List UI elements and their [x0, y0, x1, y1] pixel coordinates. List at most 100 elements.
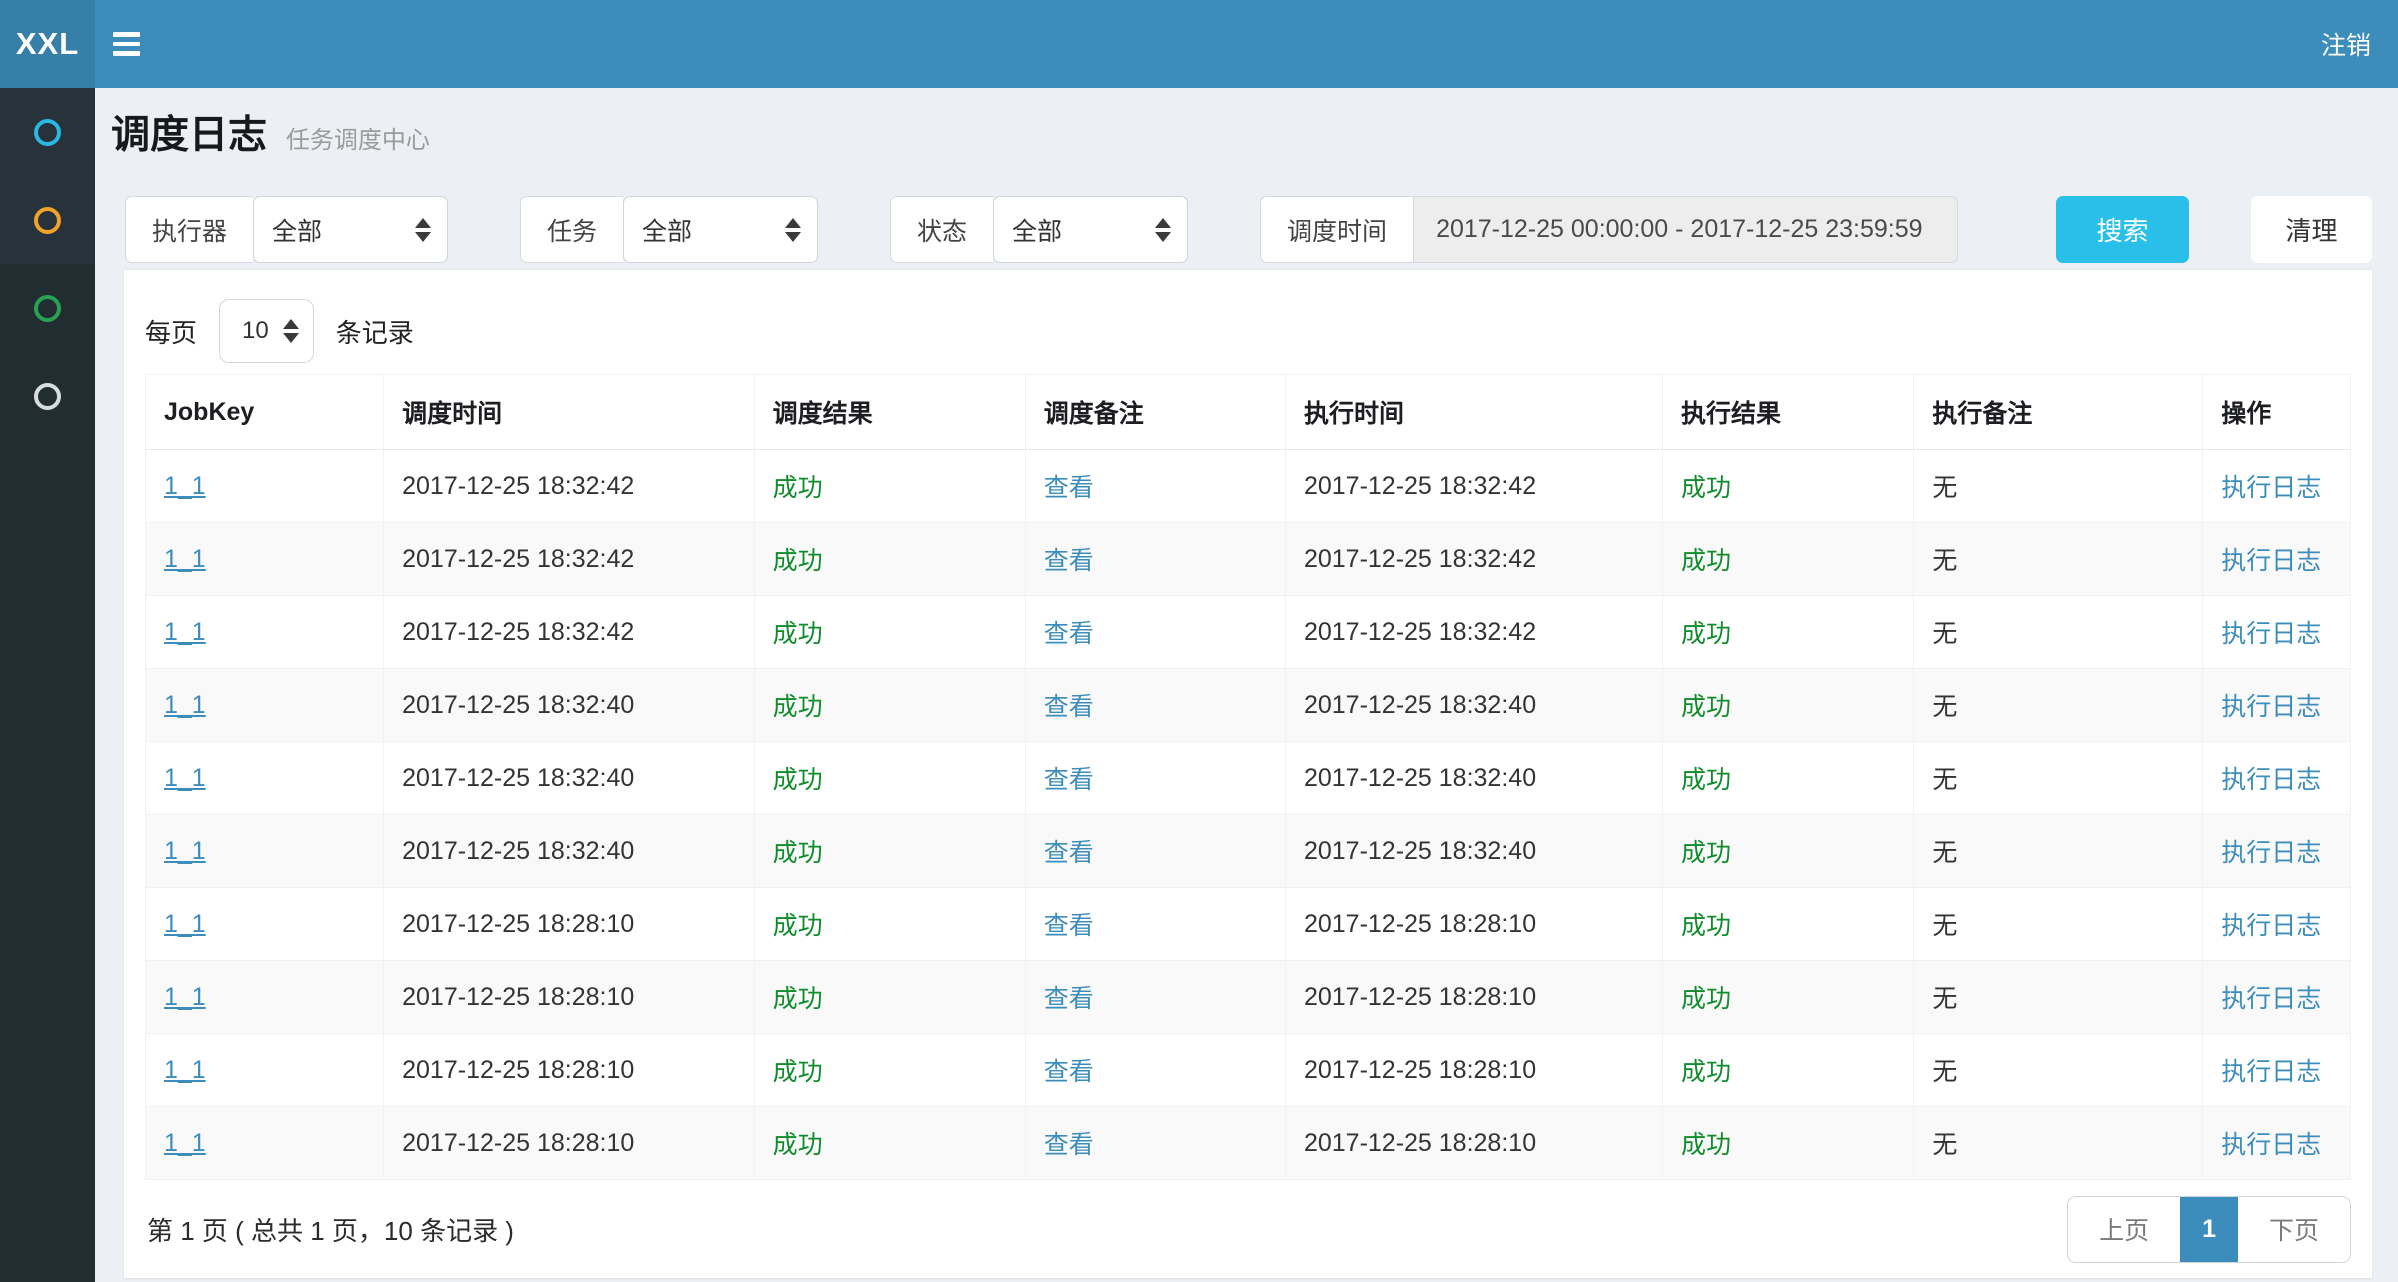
- clear-log-button[interactable]: 清理: [2251, 196, 2372, 263]
- sidebar-menu-item[interactable]: [0, 264, 95, 352]
- trigger-time-cell: 2017-12-25 18:32:40: [384, 742, 754, 815]
- jobkey-link[interactable]: 1_1: [164, 910, 206, 938]
- handle-result-cell: 成功: [1663, 815, 1914, 888]
- jobkey-link[interactable]: 1_1: [164, 837, 206, 865]
- app-logo[interactable]: XXL: [0, 0, 95, 88]
- execution-log-link[interactable]: 执行日志: [2221, 1131, 2321, 1159]
- table-footer: 第 1 页 ( 总共 1 页，10 条记录 ) 上页 1 下页: [145, 1194, 2351, 1264]
- prev-page-button[interactable]: 上页: [2068, 1197, 2180, 1262]
- hamburger-icon: [113, 32, 140, 37]
- main-content: 调度日志 任务调度中心 执行器 全部 任务 全部 状态 全部: [95, 88, 2398, 1282]
- jobkey-link[interactable]: 1_1: [164, 691, 206, 719]
- table-row: 1_1 2017-12-25 18:28:10 成功 查看 2017-12-25…: [146, 888, 2351, 961]
- current-page-button[interactable]: 1: [2180, 1197, 2238, 1262]
- per-page-select[interactable]: 10: [219, 299, 314, 363]
- status-select[interactable]: 全部: [993, 196, 1188, 263]
- time-range-input[interactable]: 2017-12-25 00:00:00 - 2017-12-25 23:59:5…: [1413, 196, 1958, 263]
- trigger-time-cell: 2017-12-25 18:32:42: [384, 450, 754, 523]
- executor-select-value: 全部: [272, 212, 322, 248]
- execution-log-link[interactable]: 执行日志: [2221, 1058, 2321, 1086]
- trigger-result-cell: 成功: [754, 523, 1025, 596]
- execution-log-link[interactable]: 执行日志: [2221, 985, 2321, 1013]
- view-trigger-msg-link[interactable]: 查看: [1044, 693, 1094, 721]
- execution-log-link[interactable]: 执行日志: [2221, 912, 2321, 940]
- column-header-jobkey: JobKey: [146, 375, 384, 450]
- handle-result-cell: 成功: [1663, 1107, 1914, 1180]
- sidebar-toggle-button[interactable]: [95, 0, 157, 88]
- column-header-handle-result: 执行结果: [1663, 375, 1914, 450]
- jobkey-link[interactable]: 1_1: [164, 618, 206, 646]
- view-trigger-msg-link[interactable]: 查看: [1044, 474, 1094, 502]
- search-button[interactable]: 搜索: [2056, 196, 2189, 263]
- handle-time-cell: 2017-12-25 18:28:10: [1285, 1107, 1662, 1180]
- job-filter-label: 任务: [520, 196, 623, 263]
- logout-link[interactable]: 注销: [2294, 0, 2398, 88]
- view-trigger-msg-link[interactable]: 查看: [1044, 547, 1094, 575]
- trigger-result-cell: 成功: [754, 596, 1025, 669]
- handle-msg-cell: 无: [1914, 450, 2203, 523]
- next-page-button[interactable]: 下页: [2238, 1197, 2350, 1262]
- navbar-spacer: [157, 0, 2294, 88]
- job-select-value: 全部: [642, 212, 692, 248]
- execution-log-link[interactable]: 执行日志: [2221, 474, 2321, 502]
- log-table: JobKey 调度时间 调度结果 调度备注 执行时间 执行结果 执行备注 操作 …: [145, 374, 2351, 1180]
- filter-toolbar: 执行器 全部 任务 全部 状态 全部 调度时间 2017-12-25 00:00…: [125, 196, 2372, 263]
- execution-log-link[interactable]: 执行日志: [2221, 620, 2321, 648]
- trigger-result-cell: 成功: [754, 742, 1025, 815]
- view-trigger-msg-link[interactable]: 查看: [1044, 912, 1094, 940]
- select-stepper-icon: [785, 218, 801, 242]
- handle-msg-cell: 无: [1914, 1107, 2203, 1180]
- hamburger-icon: [113, 51, 140, 56]
- view-trigger-msg-link[interactable]: 查看: [1044, 766, 1094, 794]
- circle-outline-icon: [34, 119, 61, 146]
- sidebar-menu-item[interactable]: [0, 88, 95, 176]
- view-trigger-msg-link[interactable]: 查看: [1044, 1131, 1094, 1159]
- sidebar-menu-item[interactable]: [0, 176, 95, 264]
- handle-time-cell: 2017-12-25 18:32:40: [1285, 742, 1662, 815]
- jobkey-link[interactable]: 1_1: [164, 983, 206, 1011]
- execution-log-link[interactable]: 执行日志: [2221, 547, 2321, 575]
- per-page-control: 每页 10 条记录: [145, 296, 2351, 366]
- handle-time-cell: 2017-12-25 18:32:40: [1285, 669, 1662, 742]
- jobkey-link[interactable]: 1_1: [164, 1129, 206, 1157]
- view-trigger-msg-link[interactable]: 查看: [1044, 985, 1094, 1013]
- trigger-result-cell: 成功: [754, 450, 1025, 523]
- jobkey-link[interactable]: 1_1: [164, 1056, 206, 1084]
- table-row: 1_1 2017-12-25 18:32:42 成功 查看 2017-12-25…: [146, 596, 2351, 669]
- jobkey-link[interactable]: 1_1: [164, 472, 206, 500]
- time-filter-label: 调度时间: [1260, 196, 1413, 263]
- sidebar-menu-item[interactable]: [0, 352, 95, 440]
- execution-log-link[interactable]: 执行日志: [2221, 693, 2321, 721]
- log-panel: 每页 10 条记录 JobKey 调度时间 调度结果 调度备注 执行时间 执行结…: [124, 269, 2372, 1278]
- status-filter-group: 状态 全部: [890, 196, 1188, 263]
- table-row: 1_1 2017-12-25 18:28:10 成功 查看 2017-12-25…: [146, 1107, 2351, 1180]
- status-select-value: 全部: [1012, 212, 1062, 248]
- handle-time-cell: 2017-12-25 18:32:42: [1285, 523, 1662, 596]
- execution-log-link[interactable]: 执行日志: [2221, 839, 2321, 867]
- job-select[interactable]: 全部: [623, 196, 818, 263]
- per-page-prefix: 每页: [145, 313, 197, 350]
- trigger-time-cell: 2017-12-25 18:28:10: [384, 1107, 754, 1180]
- jobkey-link[interactable]: 1_1: [164, 764, 206, 792]
- handle-time-cell: 2017-12-25 18:32:42: [1285, 450, 1662, 523]
- table-row: 1_1 2017-12-25 18:32:40 成功 查看 2017-12-25…: [146, 815, 2351, 888]
- hamburger-icon: [113, 42, 140, 47]
- view-trigger-msg-link[interactable]: 查看: [1044, 839, 1094, 867]
- executor-select[interactable]: 全部: [253, 196, 448, 263]
- handle-result-cell: 成功: [1663, 596, 1914, 669]
- table-row: 1_1 2017-12-25 18:32:40 成功 查看 2017-12-25…: [146, 669, 2351, 742]
- view-trigger-msg-link[interactable]: 查看: [1044, 1058, 1094, 1086]
- trigger-time-cell: 2017-12-25 18:28:10: [384, 1034, 754, 1107]
- jobkey-link[interactable]: 1_1: [164, 545, 206, 573]
- view-trigger-msg-link[interactable]: 查看: [1044, 620, 1094, 648]
- column-header-action: 操作: [2203, 375, 2351, 450]
- handle-time-cell: 2017-12-25 18:32:40: [1285, 815, 1662, 888]
- handle-msg-cell: 无: [1914, 523, 2203, 596]
- column-header-trigger-result: 调度结果: [754, 375, 1025, 450]
- trigger-result-cell: 成功: [754, 961, 1025, 1034]
- page-subtitle: 任务调度中心: [286, 127, 430, 154]
- table-row: 1_1 2017-12-25 18:28:10 成功 查看 2017-12-25…: [146, 1034, 2351, 1107]
- page-title: 调度日志: [111, 114, 267, 157]
- log-table-body: 1_1 2017-12-25 18:32:42 成功 查看 2017-12-25…: [146, 450, 2351, 1180]
- execution-log-link[interactable]: 执行日志: [2221, 766, 2321, 794]
